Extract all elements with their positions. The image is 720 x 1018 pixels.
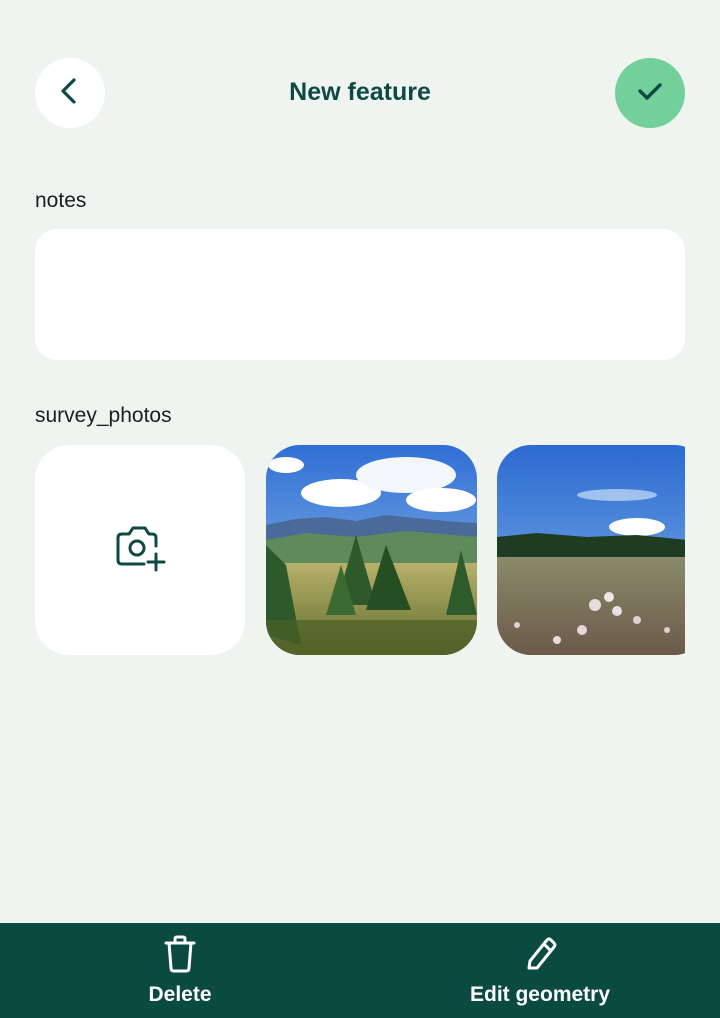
edit-geometry-button[interactable]: Edit geometry	[360, 923, 720, 1018]
bottom-action-bar: Delete Edit geometry	[0, 923, 720, 1018]
chevron-left-icon	[55, 76, 85, 111]
back-button[interactable]	[35, 58, 105, 128]
photo-thumbnail[interactable]	[266, 445, 477, 655]
photo-thumbnail[interactable]	[497, 445, 685, 655]
delete-label: Delete	[148, 983, 212, 1006]
notes-label: notes	[35, 189, 87, 212]
survey-photos-label: survey_photos	[35, 404, 172, 427]
add-photo-button[interactable]	[35, 445, 245, 655]
check-icon	[635, 76, 665, 111]
notes-field[interactable]	[35, 229, 685, 360]
trash-icon	[163, 935, 197, 973]
pencil-icon	[523, 935, 557, 973]
photo-gallery[interactable]	[35, 445, 685, 655]
edit-geometry-label: Edit geometry	[469, 983, 611, 1006]
save-button[interactable]	[615, 58, 685, 128]
delete-button[interactable]: Delete	[0, 923, 360, 1018]
page-title: New feature	[289, 78, 431, 106]
camera-plus-icon	[114, 524, 166, 577]
